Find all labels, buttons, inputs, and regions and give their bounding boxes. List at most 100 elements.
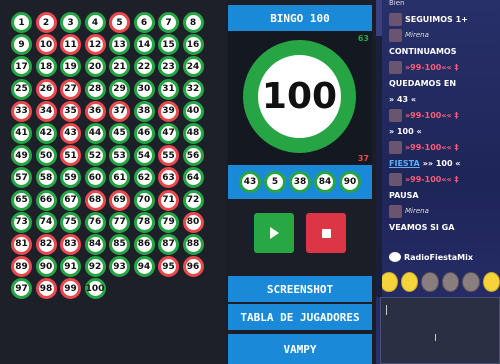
chat-message: Mirena — [389, 204, 500, 218]
emote-cat-icon[interactable] — [441, 272, 459, 292]
current-ball-panel: 63 100 37 — [228, 31, 372, 165]
board-ball: 3 — [60, 12, 81, 33]
avatar[interactable] — [389, 172, 402, 186]
board-ball: 99 — [60, 278, 81, 300]
board-ball: 54 — [133, 145, 155, 167]
emote-smile-icon[interactable] — [380, 272, 398, 292]
emote-dog-icon[interactable] — [462, 272, 480, 292]
board-ball: 49 — [11, 145, 32, 167]
board-ball: 6 — [133, 12, 155, 33]
current-ball: 100 — [243, 40, 356, 153]
board-ball: 2 — [35, 12, 57, 33]
board-ball: 60 — [84, 167, 106, 189]
players-table-button[interactable]: TABLA DE JUGADORES — [228, 304, 372, 330]
board-ball: 39 — [158, 100, 179, 122]
emote-grin-icon[interactable] — [421, 272, 439, 292]
board-ball: 1 — [11, 12, 32, 33]
board-ball: 57 — [11, 167, 32, 189]
board-ball: 71 — [158, 189, 179, 211]
chat-message: PAUSA — [389, 188, 500, 202]
board-ball: 19 — [60, 56, 81, 78]
board-ball: 34 — [35, 100, 57, 122]
board-ball: 92 — [84, 256, 106, 278]
avatar[interactable] — [389, 60, 402, 74]
play-button[interactable] — [254, 213, 294, 253]
emote-cool-icon[interactable] — [400, 272, 418, 292]
chat-message: »99-100«« ‡ — [389, 108, 500, 122]
board-ball: 43 — [60, 122, 81, 144]
board-ball: 33 — [11, 100, 32, 122]
board-ball: 85 — [109, 233, 130, 255]
board-ball: 27 — [60, 78, 81, 100]
board-ball: 64 — [182, 167, 204, 189]
chat-scrollbar[interactable] — [376, 0, 382, 297]
board-ball: 42 — [35, 122, 57, 144]
board-ball: 23 — [158, 56, 179, 78]
board-ball: 87 — [158, 233, 179, 255]
game-panel: BINGO 100 63 100 37 43 5 38 84 90 SCREEN… — [228, 0, 372, 364]
avatar[interactable] — [389, 204, 402, 218]
board-ball: 78 — [133, 211, 155, 233]
board-ball: 40 — [182, 100, 204, 122]
board-ball: 45 — [109, 122, 130, 144]
board-ball: 17 — [11, 56, 32, 78]
chat-scroll-thumb[interactable] — [376, 0, 382, 36]
avatar[interactable] — [389, 108, 402, 122]
vampy-button[interactable]: VAMPY — [228, 334, 372, 364]
board-ball: 31 — [158, 78, 179, 100]
board-ball: 74 — [35, 211, 57, 233]
chat-message: Bien — [389, 0, 500, 10]
board-ball: 89 — [11, 256, 32, 278]
chat-message: »99-100«« ‡ — [389, 172, 500, 186]
board-ball: 98 — [35, 278, 57, 300]
chat-message-text: VEAMOS SI GA — [389, 222, 455, 232]
chat-message: QUEDAMOS EN — [389, 76, 500, 90]
board-ball: 28 — [84, 78, 106, 100]
avatar[interactable] — [389, 28, 402, 42]
recent-ball: 90 — [339, 171, 361, 193]
board-ball: 91 — [60, 256, 81, 278]
recent-ball: 38 — [289, 171, 311, 193]
board-ball: 62 — [133, 167, 155, 189]
chat-message: » 43 « — [389, 92, 500, 106]
board-ball: 32 — [182, 78, 204, 100]
chat-message: » 100 « — [389, 124, 500, 138]
board-ball: 86 — [133, 233, 155, 255]
board-ball: 84 — [84, 233, 106, 255]
board-ball: 22 — [133, 56, 155, 78]
board-ball: 83 — [60, 233, 81, 255]
board-ball: 96 — [182, 256, 204, 278]
chat-message-text: Mirena — [405, 207, 429, 215]
game-title-button[interactable]: BINGO 100 — [228, 5, 372, 31]
board-ball: 20 — [84, 56, 106, 78]
board-ball: 16 — [182, 34, 204, 56]
chat-link[interactable]: FIESTA — [389, 159, 420, 168]
board-ball: 47 — [158, 122, 179, 144]
stop-button[interactable] — [306, 213, 346, 253]
chat-message: CONTINUAMOS — [389, 44, 500, 58]
screenshot-button[interactable]: SCREENSHOT — [228, 276, 372, 302]
board-ball: 79 — [158, 211, 179, 233]
chat-message: SEGUIMOS 1+ — [389, 12, 500, 26]
avatar[interactable] — [389, 140, 402, 154]
chat-message-text: » 100 « — [389, 126, 422, 136]
avatar[interactable] — [389, 12, 402, 26]
chat-message-text: Bien — [389, 0, 405, 7]
board-ball: 18 — [35, 56, 57, 78]
chat-panel: Bien SEGUIMOS 1+ Mirena CONTINUAMOS »99-100«… — [376, 0, 500, 364]
board-ball: 55 — [158, 145, 179, 167]
board-ball: 97 — [11, 278, 32, 300]
board-ball: 56 — [182, 145, 204, 167]
channel-name[interactable]: RadioFiestaMix — [389, 252, 473, 262]
board-ball: 80 — [182, 211, 204, 233]
chat-message-text: PAUSA — [389, 190, 419, 200]
board-ball: 29 — [109, 78, 130, 100]
bingo-app: 1 2 3 4 5 6 7 8 9 10 11 12 13 14 15 16 17 18 19 20 21 22 23 24 2… — [0, 0, 500, 364]
board-ball: 13 — [109, 34, 130, 56]
channel-label: RadioFiestaMix — [404, 252, 474, 262]
board-ball: 66 — [35, 189, 57, 211]
emote-face-icon[interactable] — [482, 272, 500, 292]
play-icon — [269, 227, 279, 239]
chat-input[interactable] — [380, 297, 500, 364]
speech-bubble-icon — [389, 252, 401, 262]
